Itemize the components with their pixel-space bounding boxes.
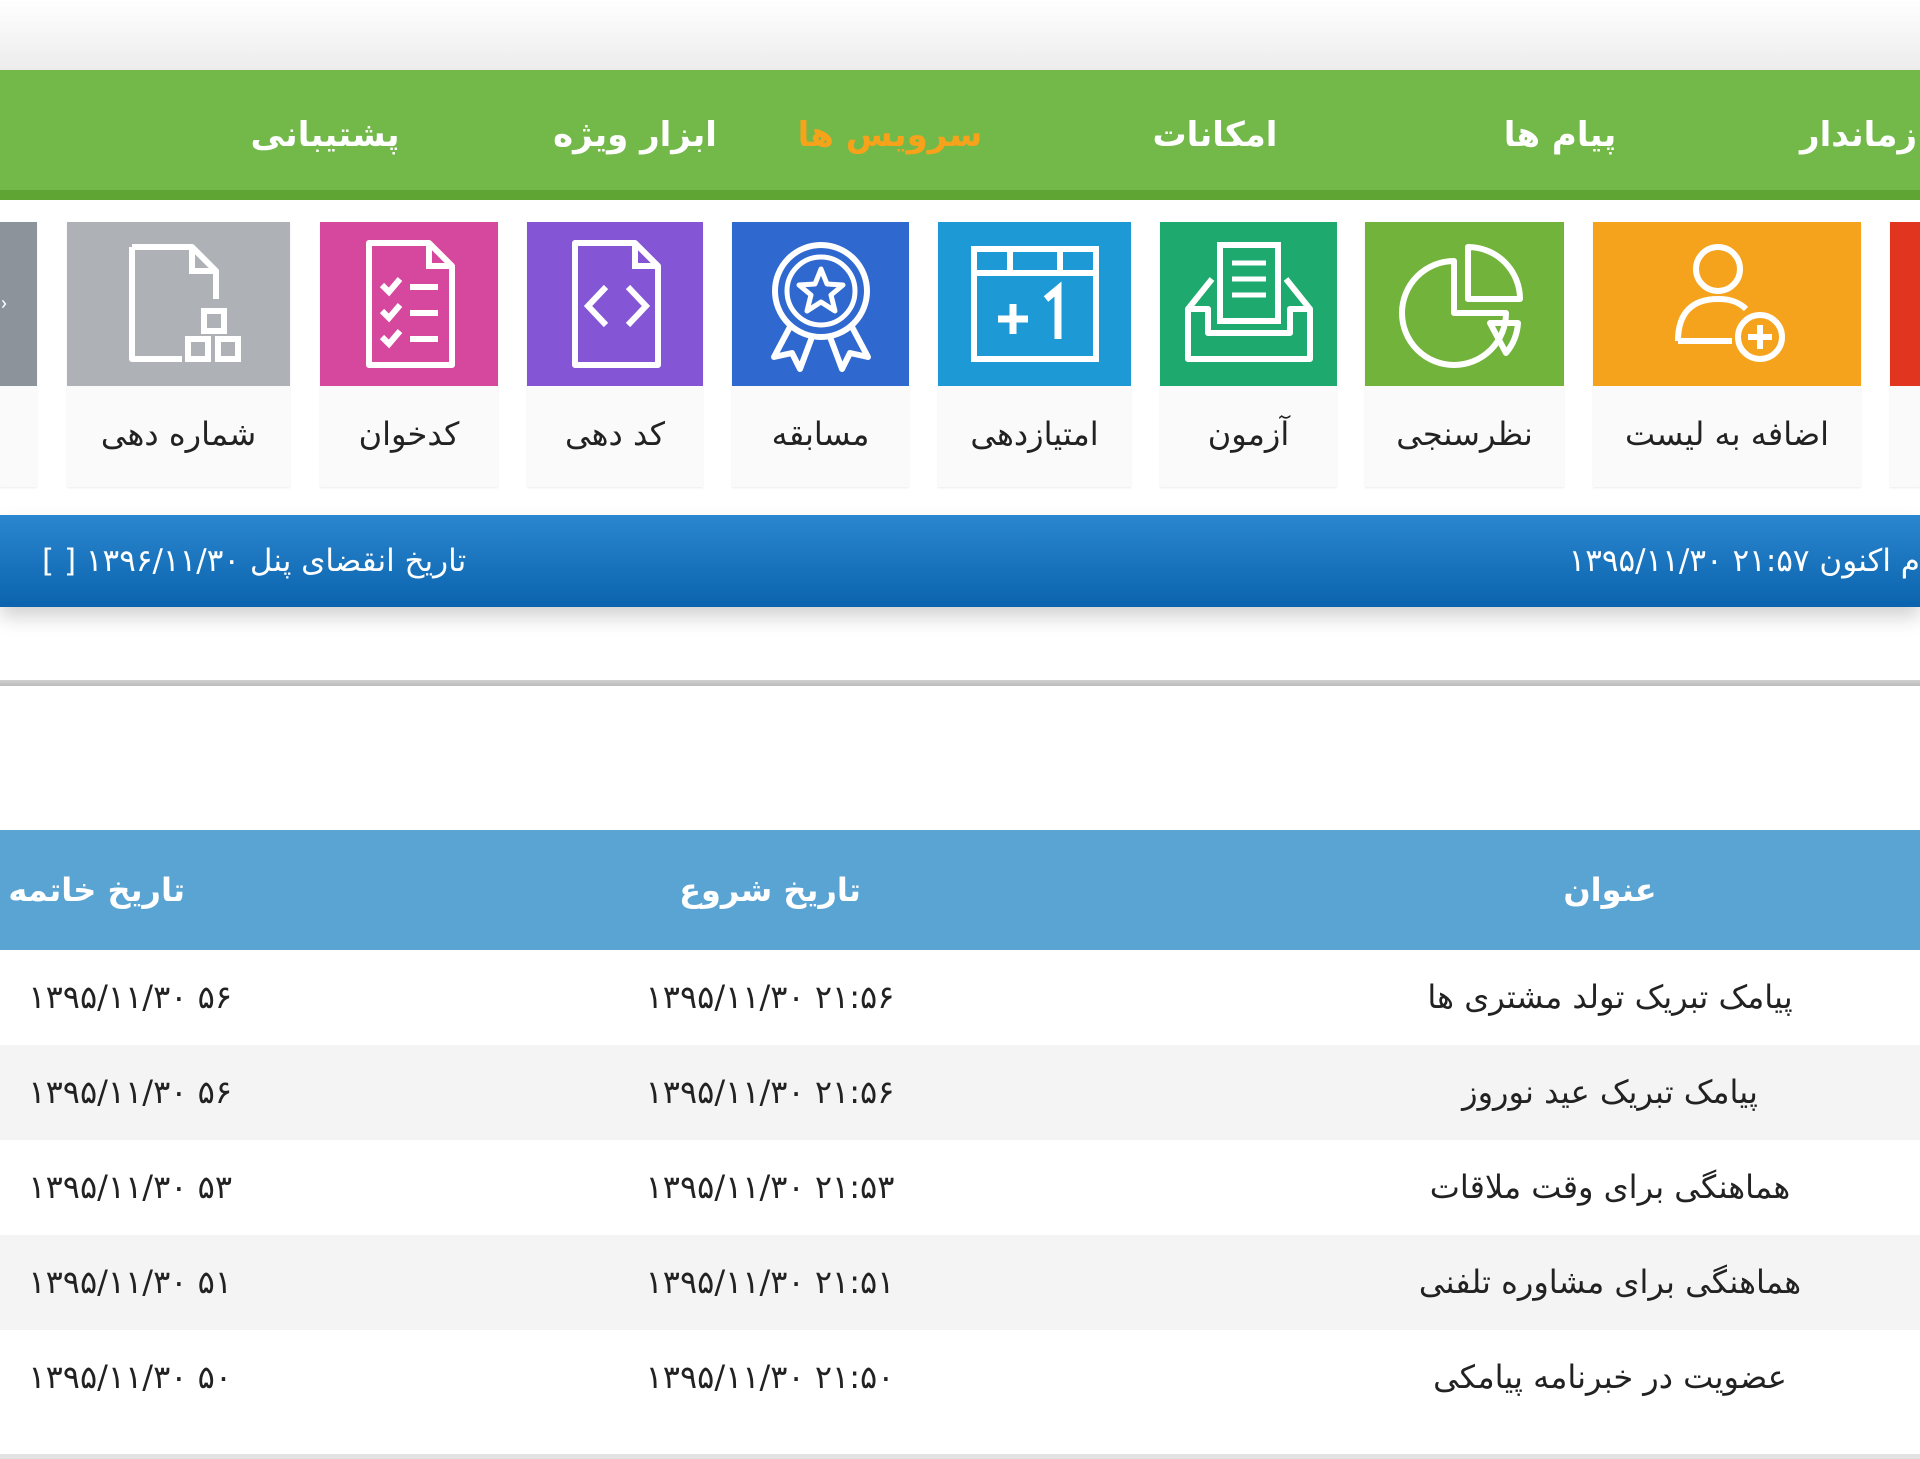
table-row[interactable]: پیامک تبریک تولد مشتری ها ۲۱:۵۶ ۱۳۹۵/۱۱/… <box>0 950 1920 1045</box>
row-title: پیامک تبریک عید نوروز <box>1462 1073 1758 1111</box>
service-tile-code-reader[interactable]: کدخوان <box>320 222 498 487</box>
row-title: عضویت در خبرنامه پیامکی <box>1433 1358 1787 1396</box>
column-header-start-date[interactable]: تاریخ شروع <box>470 830 1070 950</box>
row-end-date: ۱۳۹۵/۱۱/۳۰ ۵۶ <box>28 978 232 1016</box>
row-start-date: ۲۱:۵۳ ۱۳۹۵/۱۱/۳۰ <box>645 1168 895 1206</box>
nav-item-services[interactable]: سرویس ها <box>790 70 990 190</box>
row-title: پیامک تبریک تولد مشتری ها <box>1427 978 1793 1016</box>
row-end-date: ۱۳۹۵/۱۱/۳۰ ۵۱ <box>28 1263 232 1301</box>
current-time: م اکنون ۲۱:۵۷ ۱۳۹۵/۱۱/۳۰ <box>1569 515 1920 607</box>
service-tile-partial-right[interactable] <box>1890 222 1920 487</box>
table-row[interactable]: هماهنگی برای وقت ملاقات ۲۱:۵۳ ۱۳۹۵/۱۱/۳۰… <box>0 1140 1920 1235</box>
current-time-value: ۲۱:۵۷ ۱۳۹۵/۱۱/۳۰ <box>1568 543 1810 579</box>
service-tile-label: کدخوان <box>358 415 460 453</box>
service-tile-label: شماره دهی <box>100 415 257 453</box>
row-end-date: ۱۳۹۵/۱۱/۳۰ ۵۰ <box>28 1358 232 1396</box>
table-header: عنوان تاریخ شروع تاریخ خاتمه <box>0 830 1920 950</box>
service-tile-label: آزمون <box>1207 415 1290 453</box>
current-time-prefix: م <box>1900 543 1920 579</box>
service-tile-label <box>1890 386 1920 487</box>
arrow-icon <box>0 222 37 386</box>
service-tile-coding[interactable]: کد دهی <box>527 222 703 487</box>
calendar-plus-one-icon <box>970 246 1099 362</box>
service-tile-survey[interactable]: نظرسنجی <box>1365 222 1564 487</box>
row-title: هماهنگی برای وقت ملاقات <box>1429 1168 1791 1206</box>
top-header-strip <box>0 0 1920 70</box>
code-document-icon <box>572 240 661 368</box>
service-tile-partial-left[interactable] <box>0 222 37 487</box>
service-tile-label <box>0 386 37 487</box>
table-row[interactable]: عضویت در خبرنامه پیامکی ۲۱:۵۰ ۱۳۹۵/۱۱/۳۰… <box>0 1330 1920 1425</box>
column-header-end-date[interactable]: تاریخ خاتمه <box>8 830 185 950</box>
service-tile-label: مسابقه <box>771 415 870 453</box>
row-start-date: ۲۱:۵۶ ۱۳۹۵/۱۱/۳۰ <box>645 1073 895 1111</box>
nav-item-support[interactable]: پشتیبانی <box>160 70 490 190</box>
service-tile-add-to-list[interactable]: اضافه به لیست <box>1593 222 1861 487</box>
service-tile-contest[interactable]: مسابقه <box>732 222 909 487</box>
table-row[interactable]: پیامک تبریک عید نوروز ۲۱:۵۶ ۱۳۹۵/۱۱/۳۰ ۱… <box>0 1045 1920 1140</box>
row-start-date: ۲۱:۵۱ ۱۳۹۵/۱۱/۳۰ <box>645 1263 895 1301</box>
nav-item-messages[interactable]: پیام ها <box>1490 70 1630 190</box>
row-title: هماهنگی برای مشاوره تلفنی <box>1418 1263 1802 1301</box>
service-tile-label: اضافه به لیست <box>1624 415 1830 453</box>
inbox-document-icon <box>1184 242 1313 362</box>
panel-status-bar: تاریخ انقضای پنل ۱۳۹۶/۱۱/۳۰ [ ] م اکنون … <box>0 515 1920 607</box>
nav-item-special-tools[interactable]: ابزار ویژه <box>460 70 810 190</box>
current-time-label: اکنون <box>1819 543 1891 579</box>
award-star-icon <box>770 242 871 372</box>
service-tile-exam[interactable]: آزمون <box>1160 222 1337 487</box>
service-tile-label: امتیازدهی <box>970 415 1099 453</box>
row-start-date: ۲۱:۵۶ ۱۳۹۵/۱۱/۳۰ <box>645 978 895 1016</box>
table-bottom-border <box>0 1454 1920 1459</box>
main-nav-bar: پشتیبانی ابزار ویژه سرویس ها امکانات پیا… <box>0 70 1920 200</box>
services-tiles: شماره دهی کدخوان کد دهی مسابقه امتیازدهی… <box>0 200 1920 510</box>
partial-tile-icon <box>1890 222 1920 386</box>
panel-expiry-label: تاریخ انقضای پنل <box>249 543 467 579</box>
document-numbering-icon <box>128 244 241 362</box>
service-tile-numbering[interactable]: شماره دهی <box>67 222 290 487</box>
service-tile-label: کد دهی <box>565 415 665 453</box>
nav-item-features[interactable]: امکانات <box>1130 70 1300 190</box>
row-end-date: ۱۳۹۵/۱۱/۳۰ ۵۶ <box>28 1073 232 1111</box>
service-tile-scoring[interactable]: امتیازدهی <box>938 222 1131 487</box>
pie-chart-icon <box>1398 244 1523 368</box>
add-user-icon <box>1675 244 1785 362</box>
panel-expiry: تاریخ انقضای پنل ۱۳۹۶/۱۱/۳۰ [ ] <box>42 515 466 607</box>
table-row[interactable]: هماهنگی برای مشاوره تلفنی ۲۱:۵۱ ۱۳۹۵/۱۱/… <box>0 1235 1920 1330</box>
column-header-title[interactable]: عنوان <box>1310 830 1910 950</box>
row-start-date: ۲۱:۵۰ ۱۳۹۵/۱۱/۳۰ <box>645 1358 895 1396</box>
row-end-date: ۱۳۹۵/۱۱/۳۰ ۵۳ <box>28 1168 232 1206</box>
nav-item-scheduled[interactable]: زماندار <box>1800 70 1920 190</box>
service-tile-label: نظرسنجی <box>1396 415 1533 453</box>
checklist-document-icon <box>366 240 455 368</box>
panel-expiry-value: ۱۳۹۶/۱۱/۳۰ [ ] <box>42 543 240 579</box>
section-divider <box>0 680 1920 686</box>
